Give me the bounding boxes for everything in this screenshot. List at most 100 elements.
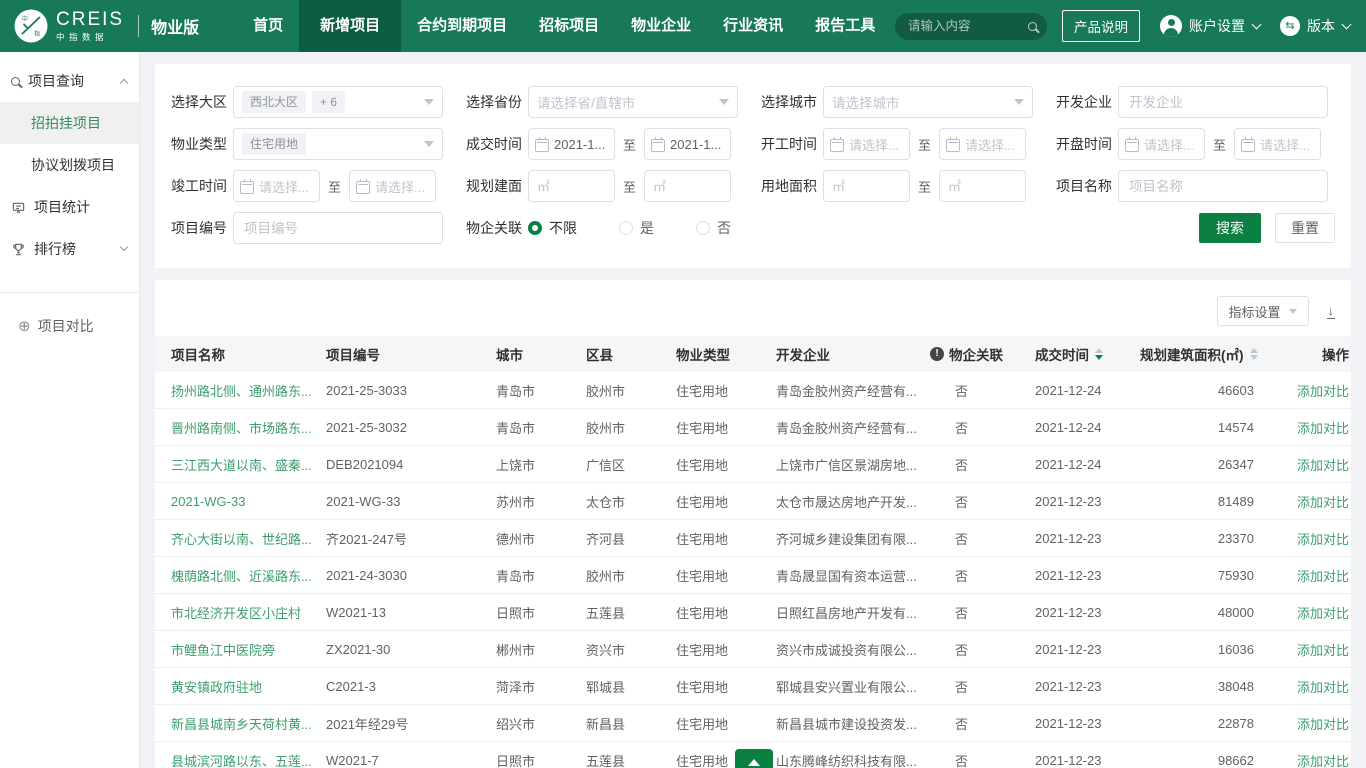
brand-logo[interactable]: 中 指 CREIS 中指数据 物业版 bbox=[14, 9, 199, 43]
search-button[interactable]: 搜索 bbox=[1199, 213, 1261, 243]
add-compare-link[interactable]: 添加对比 bbox=[1297, 603, 1349, 622]
nav-item-expiring-contracts[interactable]: 合约到期项目 bbox=[401, 0, 523, 52]
range-separator: 至 bbox=[918, 177, 931, 196]
sort-icon[interactable] bbox=[1250, 348, 1258, 361]
results-panel: 指标设置 ↓ 项目名称项目编号城市区县物业类型开发企业!物企关联成交时间规划建筑… bbox=[155, 280, 1351, 768]
deal-time-from[interactable]: 2021-1... bbox=[528, 128, 615, 160]
project-link[interactable]: 槐荫路北侧、近溪路东... bbox=[171, 566, 312, 585]
sort-icon[interactable] bbox=[1095, 348, 1103, 361]
province-select[interactable]: 请选择省/直辖市 bbox=[528, 86, 738, 118]
sidebar-item-project-compare[interactable]: ⊕ 项目对比 bbox=[0, 305, 139, 347]
nav-item-home[interactable]: 首页 bbox=[237, 0, 299, 52]
project-name-input[interactable] bbox=[1118, 170, 1328, 202]
land-area-min-input[interactable] bbox=[823, 170, 910, 202]
developer-input[interactable] bbox=[1118, 86, 1328, 118]
date-placeholder: 请选择... bbox=[375, 177, 425, 196]
product-doc-button[interactable]: 产品说明 bbox=[1062, 10, 1140, 42]
open-time-label: 开盘时间 bbox=[1056, 134, 1118, 154]
nav-item-report-tools[interactable]: 报告工具 bbox=[799, 0, 891, 52]
complete-time-from[interactable]: 请选择... bbox=[233, 170, 320, 202]
sidebar-item-allocated-projects[interactable]: 协议划拨项目 bbox=[0, 144, 139, 186]
start-time-to[interactable]: 请选择... bbox=[939, 128, 1026, 160]
download-icon[interactable]: ↓ bbox=[1327, 304, 1336, 319]
nav-item-industry-news[interactable]: 行业资讯 bbox=[707, 0, 799, 52]
open-time-to[interactable]: 请选择... bbox=[1234, 128, 1321, 160]
project-link[interactable]: 市鲤鱼江中医院旁 bbox=[171, 640, 275, 659]
city-select[interactable]: 请选择城市 bbox=[823, 86, 1033, 118]
search-input[interactable] bbox=[908, 19, 1028, 33]
account-settings-menu[interactable]: 账户设置 bbox=[1160, 15, 1260, 37]
global-search[interactable] bbox=[895, 13, 1047, 40]
cell-city: 上饶市 bbox=[496, 455, 586, 474]
complete-time-label: 竣工时间 bbox=[171, 176, 233, 196]
project-link[interactable]: 县城滨河路以东、五莲... bbox=[171, 751, 312, 768]
indicator-settings-select[interactable]: 指标设置 bbox=[1217, 296, 1309, 326]
project-code-input[interactable] bbox=[233, 212, 443, 244]
table-row: 齐心大街以南、世纪路...齐2021-247号德州市齐河县住宅用地齐河城乡建设集… bbox=[155, 520, 1351, 557]
cell-city: 苏州市 bbox=[496, 492, 586, 511]
nav-item-property-companies[interactable]: 物业企业 bbox=[615, 0, 707, 52]
reset-button[interactable]: 重置 bbox=[1275, 213, 1335, 243]
project-link[interactable]: 市北经济开发区小庄村 bbox=[171, 603, 301, 622]
cell-date: 2021-12-23 bbox=[1035, 605, 1140, 620]
radio-label: 否 bbox=[717, 218, 731, 238]
planned-area-label: 规划建面 bbox=[466, 176, 528, 196]
version-menu[interactable]: ⇆ 版本 bbox=[1280, 16, 1350, 36]
start-time-from[interactable]: 请选择... bbox=[823, 128, 910, 160]
project-link[interactable]: 齐心大街以南、世纪路... bbox=[171, 529, 312, 548]
planned-area-min-input[interactable] bbox=[528, 170, 615, 202]
add-compare-link[interactable]: 添加对比 bbox=[1297, 418, 1349, 437]
cell-city: 日照市 bbox=[496, 603, 586, 622]
add-compare-link[interactable]: 添加对比 bbox=[1297, 751, 1349, 768]
add-compare-link[interactable]: 添加对比 bbox=[1297, 566, 1349, 585]
project-link[interactable]: 2021-WG-33 bbox=[171, 494, 245, 509]
land-area-max-input[interactable] bbox=[939, 170, 1026, 202]
sidebar-item-label: 项目查询 bbox=[28, 71, 84, 91]
caret-down-icon bbox=[1289, 309, 1297, 314]
sidebar-item-listed-projects[interactable]: 招拍挂项目 bbox=[0, 102, 139, 144]
add-compare-link[interactable]: 添加对比 bbox=[1297, 381, 1349, 400]
region-tag: 西北大区 bbox=[242, 91, 306, 113]
complete-time-to[interactable]: 请选择... bbox=[349, 170, 436, 202]
project-link[interactable]: 黄安镇政府驻地 bbox=[171, 677, 262, 696]
column-header-linked: !物企关联 bbox=[930, 344, 1035, 364]
radio-no[interactable]: 否 bbox=[696, 218, 731, 238]
nav-item-bidding-projects[interactable]: 招标项目 bbox=[523, 0, 615, 52]
planned-area-max-input[interactable] bbox=[644, 170, 731, 202]
radio-unlimited[interactable]: 不限 bbox=[528, 218, 577, 238]
project-link[interactable]: 扬州路北侧、通州路东... bbox=[171, 381, 312, 400]
nav-item-new-projects[interactable]: 新增项目 bbox=[299, 0, 401, 52]
back-to-top-button[interactable] bbox=[735, 749, 773, 768]
cell-code: 2021-24-3030 bbox=[326, 568, 496, 583]
sidebar-item-project-search[interactable]: 项目查询 bbox=[0, 60, 139, 102]
add-compare-link[interactable]: 添加对比 bbox=[1297, 492, 1349, 511]
column-header-area[interactable]: 规划建筑面积(㎡) bbox=[1140, 344, 1297, 364]
open-time-from[interactable]: 请选择... bbox=[1118, 128, 1205, 160]
main-content: 选择大区 西北大区 + 6 选择省份 请选择省/直辖市 选择城市 请选择城市 bbox=[140, 52, 1366, 768]
cell-action: 添加对比 bbox=[1297, 677, 1351, 696]
add-compare-link[interactable]: 添加对比 bbox=[1297, 529, 1349, 548]
sidebar-item-project-stats[interactable]: 项目统计 bbox=[0, 186, 139, 228]
triangle-up-icon bbox=[748, 759, 760, 766]
add-compare-link[interactable]: 添加对比 bbox=[1297, 640, 1349, 659]
deal-time-to[interactable]: 2021-1... bbox=[644, 128, 731, 160]
region-select[interactable]: 西北大区 + 6 bbox=[233, 86, 443, 118]
date-value: 2021-1... bbox=[670, 137, 721, 152]
sidebar-item-label: 项目统计 bbox=[34, 197, 90, 217]
project-link[interactable]: 新昌县城南乡天荷村黄... bbox=[171, 714, 312, 733]
radio-yes[interactable]: 是 bbox=[619, 218, 654, 238]
property-type-select[interactable]: 住宅用地 bbox=[233, 128, 443, 160]
add-compare-link[interactable]: 添加对比 bbox=[1297, 677, 1349, 696]
column-header-date[interactable]: 成交时间 bbox=[1035, 344, 1140, 364]
project-link[interactable]: 晋州路南侧、市场路东... bbox=[171, 418, 312, 437]
cell-type: 住宅用地 bbox=[676, 529, 776, 548]
add-compare-link[interactable]: 添加对比 bbox=[1297, 714, 1349, 733]
add-compare-link[interactable]: 添加对比 bbox=[1297, 455, 1349, 474]
search-icon[interactable] bbox=[1028, 22, 1037, 31]
land-area-label: 用地面积 bbox=[761, 176, 823, 196]
info-icon[interactable]: ! bbox=[930, 347, 944, 361]
project-link[interactable]: 三江西大道以南、盛秦... bbox=[171, 455, 312, 474]
date-placeholder: 请选择... bbox=[849, 135, 899, 154]
sidebar-item-rankings[interactable]: 排行榜 bbox=[0, 228, 139, 270]
cell-district: 新昌县 bbox=[586, 714, 676, 733]
